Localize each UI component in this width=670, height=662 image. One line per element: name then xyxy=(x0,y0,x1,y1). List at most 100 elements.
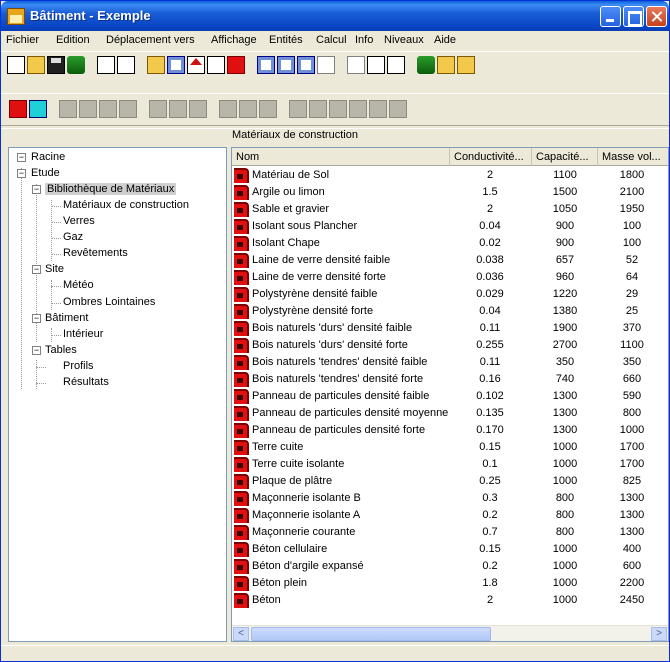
level-icon[interactable] xyxy=(347,56,365,74)
table-row[interactable]: Panneau de particules densité faible 0.10… xyxy=(232,388,668,405)
material-tool-icon[interactable] xyxy=(9,100,27,118)
tree-item-materiaux[interactable]: Matériaux de construction xyxy=(63,199,189,211)
tree-item-resultats[interactable]: Résultats xyxy=(63,376,109,388)
tree-item-tables[interactable]: Tables xyxy=(45,344,77,356)
table-row[interactable]: Panneau de particules densité forte 0.170… xyxy=(232,422,668,439)
table-row[interactable]: Isolant Chape 0.02 900 100 xyxy=(232,235,668,252)
maximize-button[interactable] xyxy=(623,6,644,27)
table-row[interactable]: Béton plein 1.8 1000 2200 xyxy=(232,575,668,592)
list-view-icon[interactable] xyxy=(297,56,315,74)
scroll-right-button[interactable]: > xyxy=(651,627,667,641)
table-row[interactable]: Sable et gravier 2 1050 1950 xyxy=(232,201,668,218)
menu-fichier[interactable]: Fichier xyxy=(6,34,39,46)
house-icon[interactable] xyxy=(187,56,205,74)
cell-nom: Laine de verre densité faible xyxy=(252,254,391,266)
title-bar[interactable]: Bâtiment - Exemple xyxy=(1,1,669,31)
disabled-tool-1-icon xyxy=(59,100,77,118)
table-row[interactable]: Maçonnerie isolante A 0.2 800 1300 xyxy=(232,507,668,524)
table-row[interactable]: Béton d'argile expansé 0.2 1000 600 xyxy=(232,558,668,575)
tree-item-interieur[interactable]: Intérieur xyxy=(63,328,103,340)
table-row[interactable]: Bois naturels 'durs' densité forte 0.255 2… xyxy=(232,337,668,354)
batiment-expander[interactable]: − xyxy=(32,314,41,323)
scroll-left-button[interactable]: < xyxy=(233,627,249,641)
column-header-nom[interactable]: Nom xyxy=(232,148,450,166)
table-row[interactable]: Terre cuite isolante 0.1 1000 1700 xyxy=(232,456,668,473)
bibliotheque-expander[interactable]: − xyxy=(32,185,41,194)
tree-item-racine[interactable]: Racine xyxy=(31,151,65,163)
menu-deplacement[interactable]: Déplacement vers xyxy=(106,34,195,46)
tree-item-etude[interactable]: Etude xyxy=(31,167,60,179)
run-icon[interactable] xyxy=(417,56,435,74)
tree-item-batiment[interactable]: Bâtiment xyxy=(45,312,88,324)
save-icon[interactable] xyxy=(47,56,65,74)
tree-item-verres[interactable]: Verres xyxy=(63,215,95,227)
table-row[interactable]: Bois naturels 'tendres' densité faible 0.… xyxy=(232,354,668,371)
tree-item-ombres[interactable]: Ombres Lointaines xyxy=(63,296,155,308)
table-row[interactable]: Matériau de Sol 2 1100 1800 xyxy=(232,167,668,184)
root-expander[interactable]: − xyxy=(17,153,26,162)
tree-item-meteo[interactable]: Météo xyxy=(63,279,94,291)
materials-list[interactable]: Nom Conductivité... Capacité... Masse vo… xyxy=(231,147,669,642)
table-row[interactable]: Laine de verre densité forte 0.036 960 64 xyxy=(232,269,668,286)
tree-item-revetements[interactable]: Revêtements xyxy=(63,247,128,259)
cell-nom: Maçonnerie isolante B xyxy=(252,492,361,504)
small-icons-icon[interactable] xyxy=(277,56,295,74)
tree-item-profils[interactable]: Profils xyxy=(63,360,94,372)
horizontal-scrollbar[interactable]: < > xyxy=(232,625,668,641)
column-header-masse[interactable]: Masse vol... xyxy=(598,148,668,166)
figure-icon[interactable] xyxy=(67,56,85,74)
menu-affichage[interactable]: Affichage xyxy=(211,34,257,46)
menu-aide[interactable]: Aide xyxy=(434,34,456,46)
tree-item-bibliotheque[interactable]: Bibliothèque de Matériaux xyxy=(45,183,177,195)
table-row[interactable]: Panneau de particules densité moyenne 0.1… xyxy=(232,405,668,422)
scroll-thumb[interactable] xyxy=(251,627,491,641)
table-row[interactable]: Laine de verre densité faible 0.038 657 52 xyxy=(232,252,668,269)
table-row[interactable]: Isolant sous Plancher 0.04 900 100 xyxy=(232,218,668,235)
menu-info[interactable]: Info xyxy=(355,34,373,46)
up-folder-icon[interactable] xyxy=(147,56,165,74)
large-icons-icon[interactable] xyxy=(257,56,275,74)
table-row[interactable]: Maçonnerie isolante B 0.3 800 1300 xyxy=(232,490,668,507)
help-icon[interactable] xyxy=(457,56,475,74)
new-document-icon[interactable] xyxy=(7,56,25,74)
cell-masse: 64 xyxy=(625,271,639,283)
table-row[interactable]: Terre cuite 0.15 1000 1700 xyxy=(232,439,668,456)
cell-masse: 2100 xyxy=(619,186,645,198)
wall-icon[interactable] xyxy=(227,56,245,74)
roof-icon[interactable] xyxy=(207,56,225,74)
grid-icon[interactable] xyxy=(167,56,185,74)
table-row[interactable]: Béton 2 1000 2450 xyxy=(232,592,668,609)
menu-calcul[interactable]: Calcul xyxy=(316,34,347,46)
menu-entites[interactable]: Entités xyxy=(269,34,303,46)
table-row[interactable]: Maçonnerie courante 0.7 800 1300 xyxy=(232,524,668,541)
cell-capacite: 800 xyxy=(555,526,575,538)
table-row[interactable]: Bois naturels 'durs' densité faible 0.11 1… xyxy=(232,320,668,337)
tables-expander[interactable]: − xyxy=(32,346,41,355)
table-row[interactable]: Polystyrène densité faible 0.029 1220 29 xyxy=(232,286,668,303)
edit-icon[interactable] xyxy=(437,56,455,74)
details-view-icon[interactable] xyxy=(317,56,335,74)
tree-item-gaz[interactable]: Gaz xyxy=(63,231,83,243)
blank-page-icon[interactable] xyxy=(97,56,115,74)
table-row[interactable]: Plaque de plâtre 0.25 1000 825 xyxy=(232,473,668,490)
table-row[interactable]: Argile ou limon 1.5 1500 2100 xyxy=(232,184,668,201)
column-header-conductivite[interactable]: Conductivité... xyxy=(450,148,532,166)
level-up-icon[interactable] xyxy=(387,56,405,74)
tree-view[interactable]: − Racine − Etude − Bibliothèque de Matér… xyxy=(8,147,227,642)
site-expander[interactable]: − xyxy=(32,265,41,274)
menu-edition[interactable]: Edition xyxy=(56,34,90,46)
level-down-icon[interactable] xyxy=(367,56,385,74)
open-folder-icon[interactable] xyxy=(27,56,45,74)
add-entity-icon[interactable] xyxy=(29,100,47,118)
table-row[interactable]: Bois naturels 'tendres' densité forte 0.1… xyxy=(232,371,668,388)
etude-expander[interactable]: − xyxy=(17,169,26,178)
close-button[interactable] xyxy=(646,6,667,27)
table-row[interactable]: Béton cellulaire 0.15 1000 400 xyxy=(232,541,668,558)
delete-icon[interactable] xyxy=(117,56,135,74)
cell-masse: 590 xyxy=(622,390,642,402)
column-header-capacite[interactable]: Capacité... xyxy=(532,148,598,166)
menu-niveaux[interactable]: Niveaux xyxy=(384,34,424,46)
tree-item-site[interactable]: Site xyxy=(45,263,64,275)
minimize-button[interactable] xyxy=(600,6,621,27)
table-row[interactable]: Polystyrène densité forte 0.04 1380 25 xyxy=(232,303,668,320)
